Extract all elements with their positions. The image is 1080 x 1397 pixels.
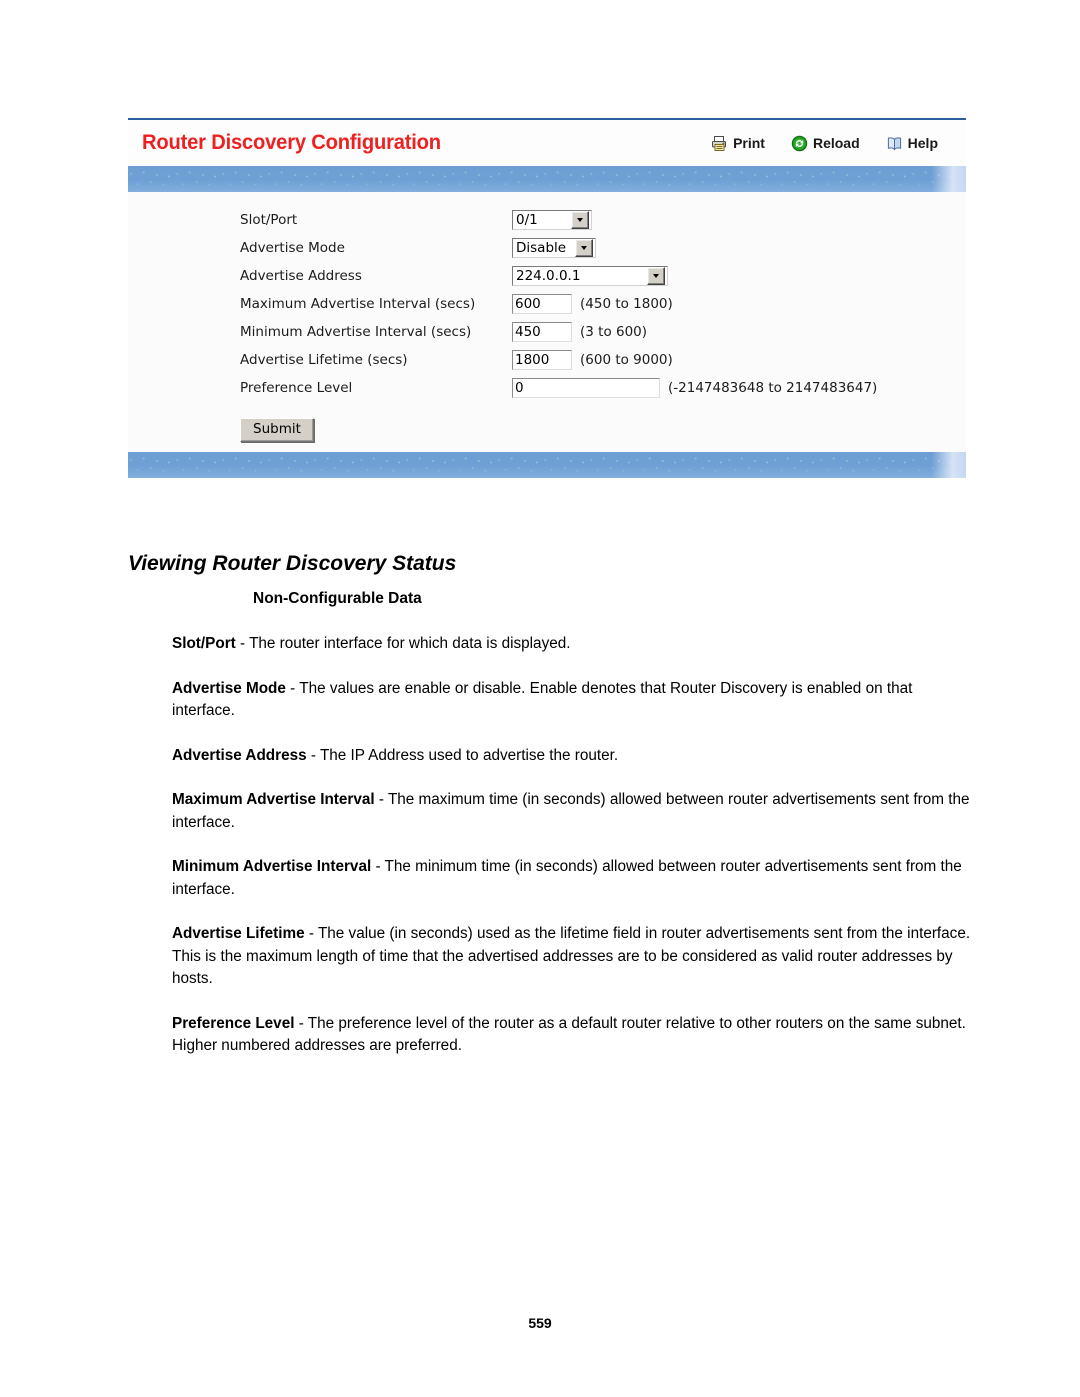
page-title: Router Discovery Configuration [142,131,441,154]
band-texture [128,452,966,478]
advertise-mode-select[interactable]: Disable [512,238,596,258]
definition-separator: - [371,858,385,875]
print-button[interactable]: Print [711,135,765,152]
definition-term: Maximum Advertise Interval [172,791,375,808]
slot-port-control: 0/1 [512,210,592,230]
definition-text: The IP Address used to advertise the rou… [319,746,619,764]
maximum-advertise-interval-input[interactable]: 600 [512,294,572,314]
sub-heading: Non-Configurable Data [253,590,422,607]
advertise-address-value: 224.0.0.1 [516,268,581,284]
minimum-advertise-interval-label: Minimum Advertise Interval (secs) [240,324,472,340]
printer-icon [711,135,728,152]
definition-term: Advertise Lifetime [172,925,305,942]
section-heading: Viewing Router Discovery Status [128,552,457,575]
preference-level-label: Preference Level [240,380,353,396]
advertise-address-label: Advertise Address [240,268,362,284]
form-row-preference-level: Preference Level 0 (-2147483648 to 21474… [240,374,966,402]
chevron-down-icon[interactable] [575,239,593,257]
form-row-advertise-address: Advertise Address 224.0.0.1 [240,262,966,290]
preference-level-control: 0 (-2147483648 to 2147483647) [512,378,877,398]
panel-top-band [128,166,966,192]
slot-port-value: 0/1 [516,212,538,228]
definition-separator: - [306,746,320,764]
minimum-advertise-interval-range: (3 to 600) [580,324,648,340]
advertise-mode-label: Advertise Mode [240,240,345,256]
preference-level-input[interactable]: 0 [512,378,660,398]
definition-text: The router interface for which data is d… [249,635,571,652]
form-row-maximum-advertise-interval: Maximum Advertise Interval (secs) 600 (4… [240,290,966,318]
panel-titlebar: Router Discovery Configuration Print Rel… [128,120,966,166]
definition-minimum-advertise-interval: Minimum Advertise Interval - The minimum… [172,856,972,901]
maximum-advertise-interval-range: (450 to 1800) [580,296,673,312]
definition-separator: - [294,1014,308,1032]
definition-list: Slot/Port - The router interface for whi… [172,633,972,1080]
book-help-icon [886,135,903,152]
definition-term: Preference Level [172,1014,295,1032]
preference-level-range: (-2147483648 to 2147483647) [668,380,878,396]
definition-advertise-mode: Advertise Mode - The values are enable o… [172,678,972,723]
form-row-advertise-lifetime: Advertise Lifetime (secs) 1800 (600 to 9… [240,346,966,374]
help-label: Help [907,135,938,151]
minimum-advertise-interval-input[interactable]: 450 [512,322,572,342]
band-texture [128,166,966,192]
definition-separator: - [374,791,388,808]
advertise-mode-control: Disable [512,238,596,258]
maximum-advertise-interval-label: Maximum Advertise Interval (secs) [240,296,476,312]
reload-icon [791,135,808,152]
submit-button[interactable]: Submit [240,418,314,442]
advertise-lifetime-control: 1800 (600 to 9000) [512,350,673,370]
submit-row: Submit [240,418,966,442]
minimum-advertise-interval-control: 450 (3 to 600) [512,322,647,342]
chevron-down-icon[interactable] [571,211,589,229]
advertise-lifetime-input[interactable]: 1800 [512,350,572,370]
form-row-slot-port: Slot/Port 0/1 [240,206,966,234]
panel-toolbar: Print Reload Help [711,135,954,152]
advertise-address-control: 224.0.0.1 [512,266,668,286]
print-label: Print [733,135,765,151]
form-row-minimum-advertise-interval: Minimum Advertise Interval (secs) 450 (3… [240,318,966,346]
reload-label: Reload [812,135,860,151]
chevron-down-icon[interactable] [647,267,665,285]
definition-term: Advertise Address [172,746,307,764]
definition-slot-port: Slot/Port - The router interface for whi… [172,633,972,656]
advertise-lifetime-range: (600 to 9000) [580,352,673,368]
panel-body: Slot/Port 0/1 Advertise Mode Disable Adv… [128,192,966,452]
definition-term: Minimum Advertise Interval [172,858,372,875]
definition-advertise-address: Advertise Address - The IP Address used … [172,745,972,768]
page-number: 559 [528,1315,552,1331]
advertise-address-select[interactable]: 224.0.0.1 [512,266,668,286]
advertise-mode-value: Disable [516,240,567,256]
definition-maximum-advertise-interval: Maximum Advertise Interval - The maximum… [172,789,972,834]
advertise-lifetime-label: Advertise Lifetime (secs) [240,352,408,368]
definition-preference-level: Preference Level - The preference level … [172,1013,972,1058]
definition-advertise-lifetime: Advertise Lifetime - The value (in secon… [172,923,972,991]
help-button[interactable]: Help [886,135,938,152]
definition-separator: - [304,925,318,942]
panel-bottom-band [128,452,966,478]
definition-separator: - [285,679,300,697]
maximum-advertise-interval-control: 600 (450 to 1800) [512,294,673,314]
definition-term: Advertise Mode [172,679,286,697]
slot-port-label: Slot/Port [240,212,298,228]
definition-term: Slot/Port [172,635,236,652]
definition-separator: - [235,635,250,652]
configuration-form: Slot/Port 0/1 Advertise Mode Disable Adv… [240,206,966,402]
slot-port-select[interactable]: 0/1 [512,210,592,230]
form-row-advertise-mode: Advertise Mode Disable [240,234,966,262]
reload-button[interactable]: Reload [791,135,860,152]
router-discovery-configuration-panel: Router Discovery Configuration Print Rel… [128,118,966,478]
